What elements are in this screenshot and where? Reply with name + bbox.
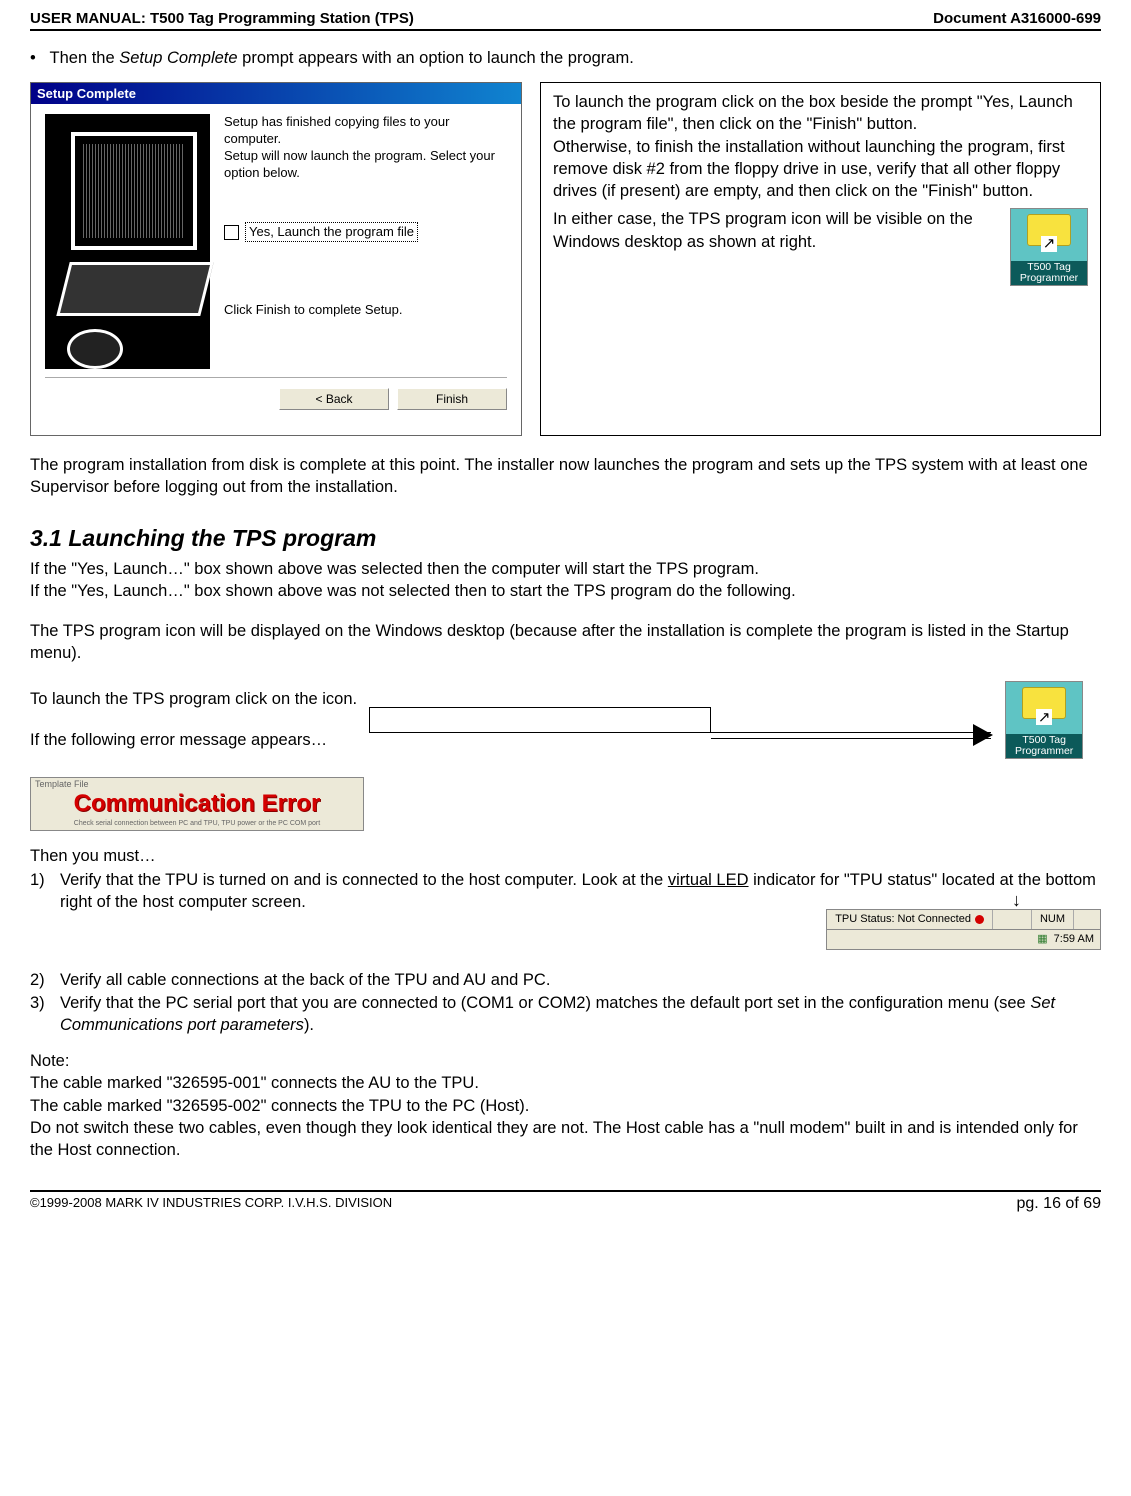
comm-error-top: Template File bbox=[31, 778, 363, 790]
arrow-callout-box bbox=[369, 707, 711, 733]
list-item-2: Verify all cable connections at the back… bbox=[60, 969, 550, 991]
header-right: Document A316000-699 bbox=[933, 10, 1101, 27]
footer-copyright: ©1999-2008 MARK IV INDUSTRIES CORP. I.V.… bbox=[30, 1195, 392, 1213]
tps-program-icon[interactable]: ↗ T500 Tag Programmer bbox=[1010, 208, 1088, 286]
status-bar-screenshot: ↓ TPU Status: Not Connected NUM ▦ 7:59 A… bbox=[826, 895, 1101, 949]
list-item-3: Verify that the PC serial port that you … bbox=[60, 992, 1101, 1037]
then-you-must: Then you must… bbox=[30, 845, 1101, 867]
back-button[interactable]: < Back bbox=[279, 388, 389, 410]
finish-button[interactable]: Finish bbox=[397, 388, 507, 410]
header-left: USER MANUAL: T500 Tag Programming Statio… bbox=[30, 10, 414, 27]
p-launch5: If the following error message appears… bbox=[30, 729, 357, 751]
info-p3: In either case, the TPS program icon wil… bbox=[553, 208, 998, 253]
setup-complete-dialog: Setup Complete Setup has finished copyin… bbox=[30, 82, 522, 436]
list-item-1: Verify that the TPU is turned on and is … bbox=[60, 869, 1101, 970]
dialog-graphic bbox=[45, 114, 210, 369]
comm-error-text: Communication Error bbox=[31, 790, 363, 820]
arrow-right-icon bbox=[973, 724, 993, 746]
dialog-line2: Setup will now launch the program. Selec… bbox=[224, 148, 495, 180]
communication-error-box: Template File Communication Error Check … bbox=[30, 777, 364, 831]
note-2: The cable marked "326595-002" connects t… bbox=[30, 1095, 1101, 1117]
dialog-titlebar: Setup Complete bbox=[31, 83, 521, 104]
shortcut-arrow-icon: ↗ bbox=[1041, 236, 1057, 252]
tpu-status-cell: TPU Status: Not Connected bbox=[827, 910, 993, 929]
comm-error-bottom: Check serial connection between PC and T… bbox=[31, 820, 363, 830]
tps-icon-label-2: T500 Tag Programmer bbox=[1006, 734, 1082, 758]
bullet-setup-complete: • Then the Setup Complete prompt appears… bbox=[30, 49, 1101, 68]
para-install-complete: The program installation from disk is co… bbox=[30, 454, 1101, 499]
info-box: To launch the program click on the box b… bbox=[540, 82, 1101, 436]
led-red-icon bbox=[975, 915, 984, 924]
info-p1: To launch the program click on the box b… bbox=[553, 91, 1088, 136]
clock-time: 7:59 AM bbox=[1054, 932, 1094, 947]
page-header: USER MANUAL: T500 Tag Programming Statio… bbox=[30, 10, 1101, 31]
p-launch3: The TPS program icon will be displayed o… bbox=[30, 620, 1101, 665]
shortcut-arrow-icon: ↗ bbox=[1036, 709, 1052, 725]
launch-checkbox-label: Yes, Launch the program file bbox=[245, 222, 418, 243]
tray-icon: ▦ bbox=[1037, 932, 1047, 947]
dialog-finish-hint: Click Finish to complete Setup. bbox=[224, 302, 507, 319]
p-launch2: If the "Yes, Launch…" box shown above wa… bbox=[30, 580, 1101, 602]
num-lock-cell: NUM bbox=[1032, 910, 1074, 929]
tps-icon-label: T500 Tag Programmer bbox=[1011, 261, 1087, 285]
tps-program-icon-2[interactable]: ↗ T500 Tag Programmer bbox=[1005, 681, 1083, 759]
note-3: Do not switch these two cables, even tho… bbox=[30, 1117, 1101, 1162]
info-p2: Otherwise, to finish the installation wi… bbox=[553, 136, 1088, 203]
footer-page-number: pg. 16 of 69 bbox=[1016, 1195, 1101, 1213]
note-1: The cable marked "326595-001" connects t… bbox=[30, 1072, 1101, 1094]
dialog-line1: Setup has finished copying files to your… bbox=[224, 114, 449, 146]
section-3-1-title: 3.1 Launching the TPS program bbox=[30, 525, 1101, 552]
page-footer: ©1999-2008 MARK IV INDUSTRIES CORP. I.V.… bbox=[30, 1190, 1101, 1213]
p-launch1: If the "Yes, Launch…" box shown above wa… bbox=[30, 558, 1101, 580]
note-label: Note: bbox=[30, 1050, 1101, 1072]
p-launch4: To launch the TPS program click on the i… bbox=[30, 688, 357, 710]
arrow-down-icon: ↓ bbox=[826, 895, 1101, 906]
launch-checkbox[interactable] bbox=[224, 225, 239, 240]
